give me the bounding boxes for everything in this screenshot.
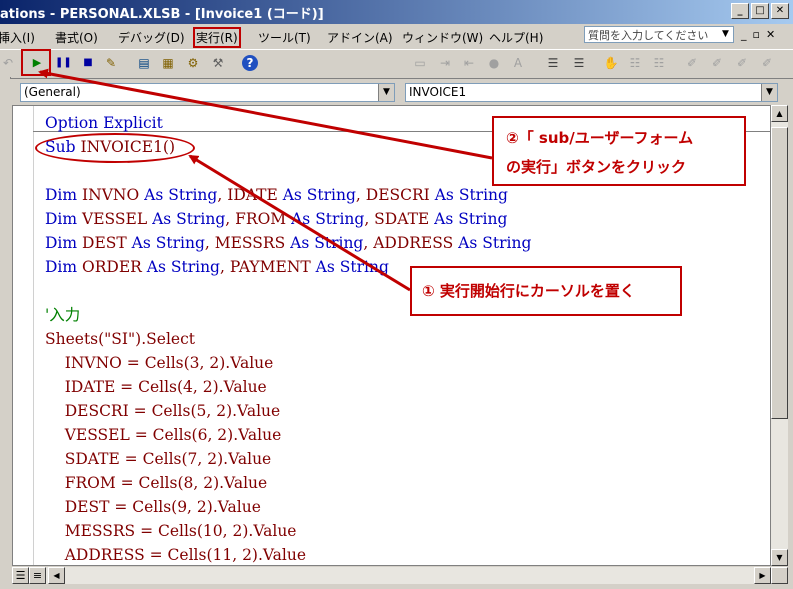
margin-indicator-bar[interactable]	[13, 106, 34, 565]
chevron-down-icon[interactable]: ▼	[378, 84, 394, 101]
toolbox-icon[interactable]: ⚒	[210, 55, 226, 71]
object-combo[interactable]: (General) ▼	[20, 83, 395, 102]
procedure-combo-value: INVOICE1	[409, 85, 467, 99]
procedure-view-icon[interactable]: ☰	[12, 567, 29, 584]
code-line[interactable]: IDATE = Cells(4, 2).Value	[45, 375, 531, 399]
callout-step1-text: ① 実行開始行にカーソルを置く	[422, 282, 635, 300]
window-title: ations - PERSONAL.XLSB - [Invoice1 (コード)…	[0, 7, 324, 22]
next-bookmark-icon[interactable]: ✋	[603, 55, 619, 71]
properties-icon[interactable]: ▦	[160, 55, 176, 71]
bookmark-icon[interactable]: ☰	[571, 55, 587, 71]
code-line[interactable]: MESSRS = Cells(10, 2).Value	[45, 519, 531, 543]
object-combo-value: (General)	[24, 85, 81, 99]
clear-all-bookmarks-icon[interactable]: ✐	[759, 55, 775, 71]
code-line[interactable]: Dim VESSEL As String, FROM As String, SD…	[45, 207, 531, 231]
vertical-scrollbar[interactable]: ▲ ▼	[771, 105, 788, 566]
code-line[interactable]: Dim DEST As String, MESSRS As String, AD…	[45, 231, 531, 255]
close-button[interactable]: ✕	[771, 3, 789, 19]
prev-bookmark-2-icon[interactable]: ✐	[734, 55, 750, 71]
minimize-button[interactable]: _	[731, 3, 749, 19]
code-line[interactable]: DESCRI = Cells(5, 2).Value	[45, 399, 531, 423]
scroll-up-icon[interactable]: ▲	[771, 105, 788, 122]
menu-tools[interactable]: ツール(T)	[258, 29, 311, 46]
code-line[interactable]: SDATE = Cells(7, 2).Value	[45, 447, 531, 471]
maximize-button[interactable]: □	[751, 3, 769, 19]
callout-step2-line2: の実行」ボタンをクリック	[506, 158, 687, 176]
menu-debug[interactable]: デバッグ(D)	[118, 29, 185, 46]
help-icon[interactable]: ?	[242, 55, 258, 71]
sub-line-highlight	[35, 133, 195, 163]
menu-addins[interactable]: アドイン(A)	[327, 29, 393, 46]
size-grip	[771, 567, 788, 584]
standard-toolbar: ↶ ▶ ❚❚ ■ ✎ ▤ ▦ ⚙ ⚒ ? ▭ ⇥ ⇤ ● A ☰ ☰ ✋ ☷ ☷…	[0, 49, 793, 79]
scroll-left-icon[interactable]: ◀	[48, 567, 65, 584]
properties-window-icon[interactable]: ▭	[412, 55, 428, 71]
code-text[interactable]: Option Explicit Sub INVOICE1() Dim INVNO …	[45, 111, 531, 565]
code-line[interactable]: Dim INVNO As String, IDATE As String, DE…	[45, 183, 531, 207]
object-browser-icon[interactable]: ⚙	[185, 55, 201, 71]
horizontal-scrollbar[interactable]: ☰ ≡ ◀ ▶	[12, 567, 771, 584]
clear-bookmarks-icon[interactable]: ☷	[651, 55, 667, 71]
undo-icon[interactable]: ↶	[0, 55, 16, 71]
comment-icon[interactable]: A	[510, 55, 526, 71]
procedure-combo[interactable]: INVOICE1 ▼	[405, 83, 778, 102]
menu-insert[interactable]: 挿入(I)	[0, 29, 35, 46]
run-button-highlight	[21, 49, 51, 76]
chevron-down-icon[interactable]: ▼	[761, 84, 777, 101]
callout-step1: ① 実行開始行にカーソルを置く	[410, 266, 682, 316]
break-icon[interactable]: ❚❚	[55, 55, 72, 71]
uncomment-icon[interactable]: ☰	[545, 55, 561, 71]
code-line[interactable]: VESSEL = Cells(6, 2).Value	[45, 423, 531, 447]
menu-help[interactable]: ヘルプ(H)	[489, 29, 543, 46]
code-line[interactable]: ADDRESS = Cells(11, 2).Value	[45, 543, 531, 565]
full-module-view-icon[interactable]: ≡	[29, 567, 46, 584]
code-line[interactable]: Option Explicit	[45, 111, 531, 135]
reset-icon[interactable]: ■	[80, 55, 96, 71]
next-bookmark-2-icon[interactable]: ✐	[709, 55, 725, 71]
mdi-window-controls[interactable]: _▫✕	[741, 28, 781, 41]
toggle-bookmark-icon[interactable]: ✐	[684, 55, 700, 71]
scroll-down-icon[interactable]: ▼	[771, 549, 788, 566]
code-line[interactable]: Sheets("SI").Select	[45, 327, 531, 351]
help-question-input[interactable]: 質問を入力してください	[584, 26, 734, 43]
code-line[interactable]: FROM = Cells(8, 2).Value	[45, 471, 531, 495]
code-line[interactable]: DEST = Cells(9, 2).Value	[45, 495, 531, 519]
callout-step2-line1: ②「 sub/ユーザーフォーム	[506, 129, 694, 147]
indent-icon[interactable]: ⇥	[437, 55, 453, 71]
prev-bookmark-icon[interactable]: ☷	[627, 55, 643, 71]
callout-step2: ②「 sub/ユーザーフォーム の実行」ボタンをクリック	[492, 116, 746, 186]
help-dropdown-icon[interactable]: ▼	[722, 29, 729, 39]
menu-format[interactable]: 書式(O)	[55, 29, 98, 46]
outdent-icon[interactable]: ⇤	[461, 55, 477, 71]
project-explorer-icon[interactable]: ▤	[136, 55, 152, 71]
scroll-right-icon[interactable]: ▶	[754, 567, 771, 584]
menu-window[interactable]: ウィンドウ(W)	[402, 29, 483, 46]
design-mode-icon[interactable]: ✎	[103, 55, 119, 71]
title-bar: ations - PERSONAL.XLSB - [Invoice1 (コード)…	[0, 0, 793, 24]
toggle-breakpoint-icon[interactable]: ●	[486, 55, 502, 71]
vertical-scroll-thumb[interactable]	[771, 127, 788, 419]
code-line[interactable]: INVNO = Cells(3, 2).Value	[45, 351, 531, 375]
menu-run[interactable]: 実行(R)	[193, 27, 241, 48]
